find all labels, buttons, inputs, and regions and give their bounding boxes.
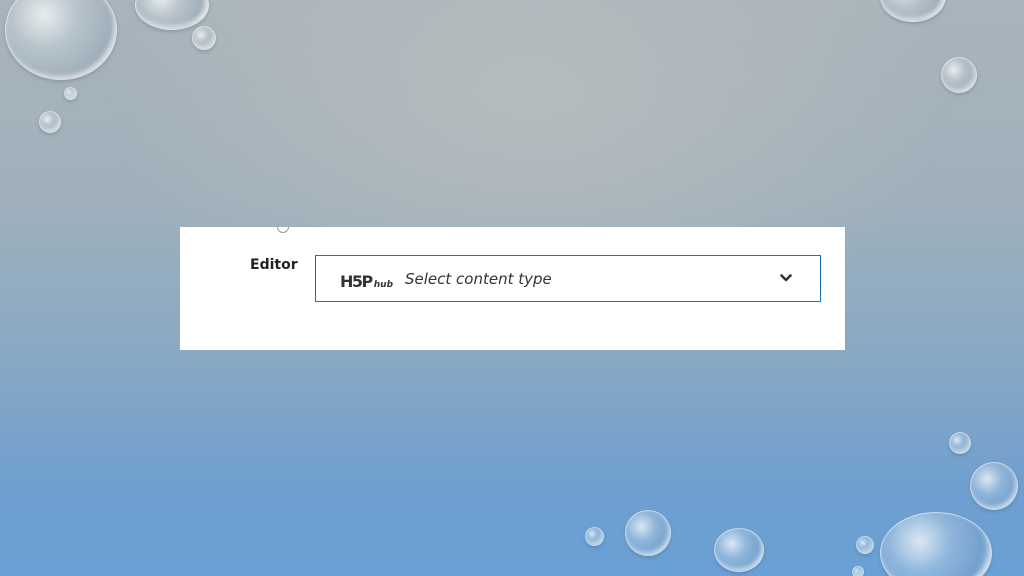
hub-logo-sub-text: hub <box>373 280 394 290</box>
h5p-hub-logo: H5P hub <box>340 269 393 291</box>
droplet <box>880 0 946 22</box>
select-content-type-placeholder: Select content type <box>405 270 552 288</box>
droplet <box>39 111 61 133</box>
droplet <box>852 566 864 576</box>
hub-logo-main-text: H5P <box>340 272 373 291</box>
droplet <box>5 0 117 80</box>
droplet <box>135 0 209 30</box>
info-icon[interactable] <box>277 227 289 233</box>
droplet <box>625 510 671 556</box>
droplet <box>64 87 77 100</box>
chevron-down-icon[interactable] <box>780 272 792 284</box>
droplet <box>949 432 971 454</box>
droplet <box>714 528 764 572</box>
content-type-select[interactable]: H5P hub Select content type <box>315 255 821 302</box>
droplet <box>970 462 1018 510</box>
droplet <box>856 536 874 554</box>
droplet <box>585 527 604 546</box>
droplet <box>192 26 216 50</box>
droplet <box>941 57 977 93</box>
editor-form-panel: Editor H5P hub Select content type <box>180 227 845 350</box>
droplet <box>880 512 992 576</box>
editor-field-label: Editor <box>250 257 298 273</box>
